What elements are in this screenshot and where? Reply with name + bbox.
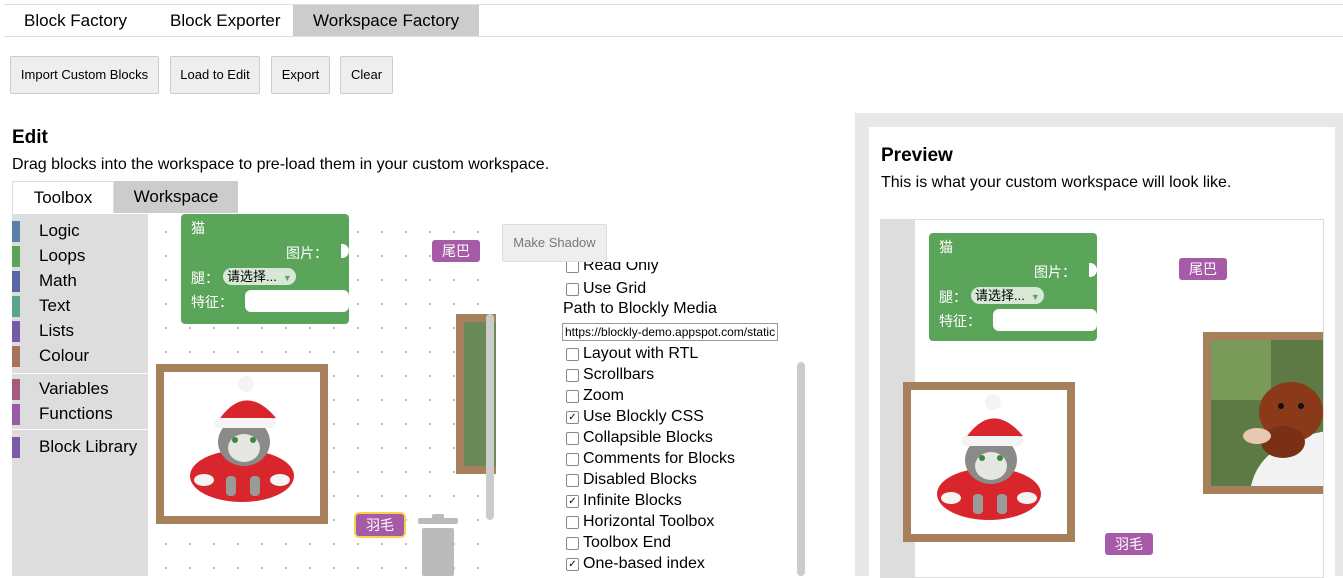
preview-image-block-frame-2[interactable] [1203, 332, 1323, 494]
edit-title: Edit [12, 127, 48, 148]
cat-in-santa-hat-image [164, 372, 320, 516]
cat-block-title: 猫 [191, 220, 205, 236]
trash-can-icon[interactable] [418, 514, 458, 576]
tab-block-factory[interactable]: Block Factory [4, 5, 147, 36]
export-button[interactable]: Export [271, 56, 330, 94]
media-path-label: Path to Blockly Media [563, 300, 717, 317]
cat-block-image-label: 图片： [1034, 264, 1076, 280]
category-color-swatch [12, 246, 20, 267]
checkbox[interactable] [566, 283, 579, 296]
category-lists[interactable]: Lists [12, 319, 148, 343]
feather-block[interactable]: 羽毛 [356, 514, 404, 536]
main-tab-bar: Block Factory Block Exporter Workspace F… [4, 4, 1343, 37]
category-loops[interactable]: Loops [12, 244, 148, 268]
edit-description: Drag blocks into the workspace to pre-lo… [12, 156, 550, 173]
subtab-toolbox[interactable]: Toolbox [12, 181, 114, 213]
block-input-notch [1089, 263, 1097, 277]
leg-dropdown[interactable]: 请选择... ▼ [223, 268, 296, 285]
category-colour[interactable]: Colour [12, 344, 148, 368]
checkbox[interactable] [566, 348, 579, 361]
preview-feather-block[interactable]: 羽毛 [1105, 533, 1153, 555]
category-block-library[interactable]: Block Library [12, 435, 148, 459]
category-color-swatch [12, 321, 20, 342]
subtab-workspace[interactable]: Workspace [114, 181, 238, 213]
cat-picture [164, 372, 320, 516]
checkbox[interactable] [566, 432, 579, 445]
clear-button[interactable]: Clear [340, 56, 393, 94]
category-color-swatch [12, 379, 20, 400]
category-separator [12, 373, 148, 374]
cat-block-feature-label: 特征： [939, 313, 981, 329]
checkbox[interactable] [566, 474, 579, 487]
checkbox[interactable] [566, 369, 579, 382]
preview-workspace[interactable]: 猫 图片： 腿： 请选择... ▼ 特征： 尾巴 羽毛 [880, 219, 1324, 578]
media-path-input[interactable] [562, 323, 778, 341]
category-color-swatch [12, 271, 20, 292]
preview-image-block-frame[interactable] [903, 382, 1075, 542]
category-color-swatch [12, 437, 20, 458]
checkbox[interactable] [566, 537, 579, 550]
category-color-swatch [12, 404, 20, 425]
checkbox[interactable] [566, 453, 579, 466]
feature-input-slot[interactable] [245, 290, 349, 312]
image-block-frame[interactable] [156, 364, 328, 524]
tab-block-exporter[interactable]: Block Exporter [150, 5, 301, 36]
preview-title: Preview [881, 145, 953, 166]
cat-block-leg-label: 腿： [939, 289, 967, 305]
cat-block[interactable]: 猫 图片： 腿： 请选择... ▼ 特征： [181, 214, 349, 324]
preview-tail-block[interactable]: 尾巴 [1179, 258, 1227, 280]
cat-block-title: 猫 [939, 239, 953, 255]
checkbox[interactable] [566, 390, 579, 403]
checkbox[interactable] [566, 516, 579, 529]
category-logic[interactable]: Logic [12, 219, 148, 243]
category-separator [12, 429, 148, 430]
category-functions[interactable]: Functions [12, 402, 148, 426]
preview-cat-block[interactable]: 猫 图片： 腿： 请选择... ▼ 特征： [929, 233, 1097, 341]
category-sidebar: Logic Loops Math Text Lists Colour Varia… [12, 214, 148, 576]
category-color-swatch [12, 221, 20, 242]
category-variables[interactable]: Variables [12, 377, 148, 401]
checkbox-checked[interactable]: ✓ [566, 495, 579, 508]
checkbox-checked[interactable]: ✓ [566, 411, 579, 424]
edit-workspace[interactable]: 猫 图片： 腿： 请选择... ▼ 特征： 尾巴 羽毛 [148, 214, 496, 576]
dog-image [1211, 340, 1323, 486]
cat-in-santa-hat-image [911, 390, 1067, 534]
checkbox-checked[interactable]: ✓ [566, 558, 579, 571]
preview-description: This is what your custom workspace will … [881, 174, 1232, 191]
make-shadow-button[interactable]: Make Shadow [502, 224, 607, 262]
cat-block-feature-label: 特征： [191, 294, 233, 310]
options-scrollbar[interactable] [797, 362, 805, 576]
leg-dropdown[interactable]: 请选择... ▼ [971, 287, 1044, 304]
checkbox[interactable] [566, 262, 579, 273]
block-input-notch [341, 244, 349, 258]
category-color-swatch [12, 296, 20, 317]
cat-block-leg-label: 腿： [191, 270, 219, 286]
tab-workspace-factory[interactable]: Workspace Factory [293, 5, 480, 36]
cat-block-image-label: 图片： [286, 245, 328, 261]
cat-picture [911, 390, 1067, 534]
category-math[interactable]: Math [12, 269, 148, 293]
tail-block[interactable]: 尾巴 [432, 240, 480, 262]
load-to-edit-button[interactable]: Load to Edit [170, 56, 260, 94]
category-text[interactable]: Text [12, 294, 148, 318]
feature-input-slot[interactable] [993, 309, 1097, 331]
dog-picture [1211, 340, 1323, 486]
category-color-swatch [12, 346, 20, 367]
import-custom-blocks-button[interactable]: Import Custom Blocks [10, 56, 159, 94]
workspace-scrollbar[interactable] [486, 314, 494, 520]
